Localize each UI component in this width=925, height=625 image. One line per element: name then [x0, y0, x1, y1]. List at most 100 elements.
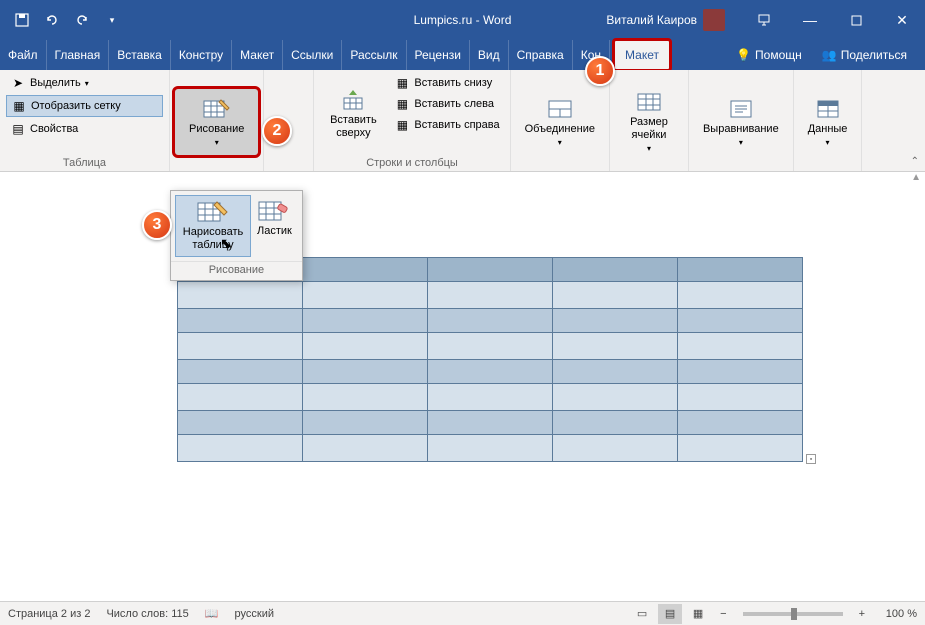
- view-gridlines-button[interactable]: ▦ Отобразить сетку: [6, 95, 163, 117]
- print-layout-button[interactable]: ▤: [658, 604, 682, 624]
- maximize-button[interactable]: [833, 0, 879, 40]
- window-controls: — ✕: [741, 0, 925, 40]
- insert-left-button[interactable]: ▦Вставить слева: [390, 94, 503, 114]
- select-label: Выделить: [30, 77, 81, 89]
- callout-1: 1: [585, 56, 615, 86]
- draw-dropdown-button[interactable]: Рисование ▾: [172, 86, 261, 159]
- tab-view[interactable]: Вид: [470, 40, 509, 70]
- ribbon-options-button[interactable]: [741, 0, 787, 40]
- rowscols-group-label: Строки и столбцы: [320, 155, 503, 171]
- insert-above-button[interactable]: Вставить сверху: [320, 73, 386, 155]
- merge-dropdown-button[interactable]: Объединение ▾: [517, 93, 603, 152]
- autosave-icon[interactable]: [8, 6, 36, 34]
- chevron-down-icon: ▾: [739, 138, 743, 148]
- data-dropdown-button[interactable]: Данные ▾: [800, 93, 856, 152]
- properties-button[interactable]: ▤ Свойства: [6, 119, 163, 139]
- redo-button[interactable]: [68, 6, 96, 34]
- gridlines-label: Отобразить сетку: [31, 100, 121, 112]
- lightbulb-icon: 💡: [736, 48, 751, 62]
- table-row: [178, 384, 803, 411]
- align-dropdown-button[interactable]: Выравнивание ▾: [695, 93, 787, 152]
- collapse-ribbon-button[interactable]: ⌃: [911, 156, 919, 167]
- callout-2: 2: [262, 116, 292, 146]
- scroll-up-button[interactable]: ▲: [911, 172, 921, 183]
- insert-below-button[interactable]: ▦Вставить снизу: [390, 73, 503, 93]
- ribbon-tabs: Файл Главная Вставка Констру Макет Ссылк…: [0, 40, 925, 70]
- ribbon-group-table: ➤ Выделить▾ ▦ Отобразить сетку ▤ Свойств…: [0, 70, 170, 171]
- draw-table-button[interactable]: Нарисовать таблицу: [175, 195, 251, 257]
- ribbon: ➤ Выделить▾ ▦ Отобразить сетку ▤ Свойств…: [0, 70, 925, 172]
- spellcheck-icon[interactable]: 📖: [205, 607, 219, 620]
- insert-right-icon: ▦: [394, 117, 410, 133]
- chevron-down-icon: ▾: [647, 144, 651, 154]
- eraser-icon: [258, 199, 290, 223]
- user-section[interactable]: Виталий Каиров: [606, 9, 725, 31]
- tell-me-label: Помощн: [755, 48, 802, 62]
- tab-table-layout[interactable]: Макет: [612, 38, 672, 72]
- document-area: ▲ ▫: [0, 172, 925, 601]
- data-label: Данные: [808, 123, 848, 136]
- tab-design[interactable]: Констру: [171, 40, 232, 70]
- tell-me-search[interactable]: 💡 Помощн: [728, 48, 810, 62]
- close-button[interactable]: ✕: [879, 0, 925, 40]
- table-row: [178, 360, 803, 384]
- eraser-label: Ластик: [257, 225, 292, 238]
- align-label: Выравнивание: [703, 123, 779, 136]
- statusbar: Страница 2 из 2 Число слов: 115 📖 русски…: [0, 601, 925, 625]
- insert-above-label: Вставить сверху: [328, 114, 378, 140]
- chevron-down-icon: ▾: [826, 138, 830, 148]
- popup-group-label: Рисование: [171, 261, 302, 280]
- tab-review[interactable]: Рецензи: [407, 40, 470, 70]
- tab-insert[interactable]: Вставка: [109, 40, 171, 70]
- document-table[interactable]: [177, 257, 803, 462]
- table-row: [178, 333, 803, 360]
- table-row: [178, 282, 803, 309]
- tab-home[interactable]: Главная: [47, 40, 110, 70]
- ribbon-group-rowscols: Вставить сверху ▦Вставить снизу ▦Вставит…: [314, 70, 510, 171]
- chevron-down-icon: ▾: [215, 138, 219, 148]
- read-mode-button[interactable]: ▭: [630, 604, 654, 624]
- share-button[interactable]: 👥 Поделиться: [814, 48, 915, 62]
- zoom-level[interactable]: 100 %: [875, 608, 917, 620]
- page-indicator[interactable]: Страница 2 из 2: [8, 608, 90, 620]
- quick-access-toolbar: ▾: [0, 6, 126, 34]
- ribbon-group-align: Выравнивание ▾: [689, 70, 794, 171]
- properties-icon: ▤: [10, 121, 26, 137]
- insert-above-icon: [337, 88, 369, 112]
- ribbon-group-draw: Рисование ▾: [170, 70, 264, 171]
- eraser-button[interactable]: Ластик: [251, 195, 298, 257]
- tab-references[interactable]: Ссылки: [283, 40, 342, 70]
- callout-3: 3: [142, 210, 172, 240]
- cellsize-label: Размер ячейки: [624, 116, 674, 142]
- draw-table-icon: [201, 97, 233, 121]
- align-icon: [725, 97, 757, 121]
- merge-icon: [544, 97, 576, 121]
- tab-mailings[interactable]: Рассылк: [342, 40, 406, 70]
- zoom-out-button[interactable]: −: [714, 608, 732, 620]
- minimize-button[interactable]: —: [787, 0, 833, 40]
- web-layout-button[interactable]: ▦: [686, 604, 710, 624]
- tab-layout[interactable]: Макет: [232, 40, 283, 70]
- table-resize-handle[interactable]: ▫: [806, 454, 816, 464]
- zoom-slider[interactable]: [743, 612, 843, 616]
- cellsize-dropdown-button[interactable]: Размер ячейки ▾: [616, 86, 682, 158]
- language-indicator[interactable]: русский: [235, 608, 274, 620]
- user-name: Виталий Каиров: [606, 13, 697, 27]
- avatar: [703, 9, 725, 31]
- share-label: Поделиться: [841, 48, 907, 62]
- draw-popup: Нарисовать таблицу Ластик Рисование: [170, 190, 303, 281]
- insert-below-icon: ▦: [394, 75, 410, 91]
- tab-help[interactable]: Справка: [509, 40, 573, 70]
- qat-dropdown[interactable]: ▾: [98, 6, 126, 34]
- undo-button[interactable]: [38, 6, 66, 34]
- word-count[interactable]: Число слов: 115: [106, 608, 188, 620]
- table-row: [178, 411, 803, 435]
- select-button[interactable]: ➤ Выделить▾: [6, 73, 163, 93]
- zoom-in-button[interactable]: +: [853, 608, 871, 620]
- properties-label: Свойства: [30, 123, 78, 135]
- draw-table-label: Нарисовать таблицу: [182, 226, 244, 252]
- cursor-icon: ➤: [10, 75, 26, 91]
- table-group-label: Таблица: [6, 155, 163, 171]
- tab-file[interactable]: Файл: [0, 40, 47, 70]
- insert-right-button[interactable]: ▦Вставить справа: [390, 115, 503, 135]
